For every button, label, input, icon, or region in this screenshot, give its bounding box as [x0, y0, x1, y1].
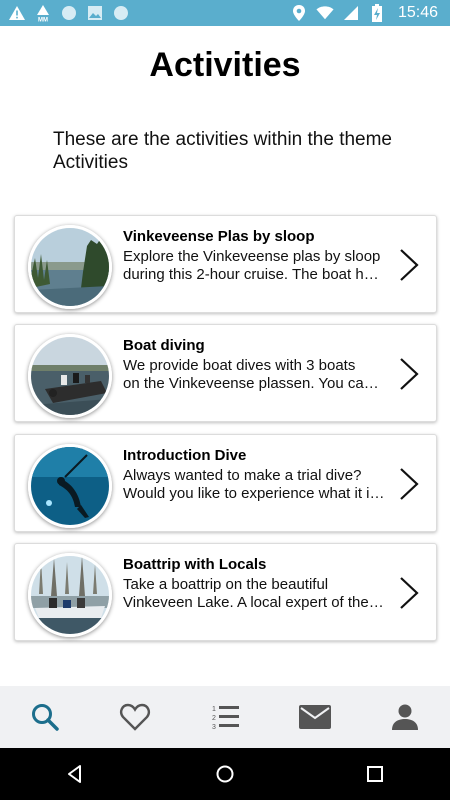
page-title: Activities: [149, 46, 301, 84]
activity-description: Always wanted to make a trial dive? Woul…: [123, 467, 385, 502]
activity-description: Explore the Vinkeveense plas by sloop du…: [123, 248, 381, 283]
activity-card[interactable]: Boattrip with Locals Take a boattrip on …: [14, 543, 437, 641]
svg-text:MM: MM: [38, 18, 48, 23]
signal-icon: [342, 4, 360, 22]
bottom-nav: 1 2 3: [0, 686, 450, 748]
numbered-list-icon[interactable]: 1 2 3: [209, 702, 241, 732]
circle-icon: [112, 4, 130, 22]
mail-icon[interactable]: [298, 703, 332, 731]
svg-text:1: 1: [212, 706, 216, 713]
activity-title: Boat diving: [123, 337, 205, 354]
activity-title: Boattrip with Locals: [123, 556, 267, 573]
chevron-right-icon[interactable]: [397, 357, 421, 391]
activity-description: Take a boattrip on the beautiful Vinkeve…: [123, 576, 384, 611]
chevron-right-icon[interactable]: [397, 467, 421, 501]
nav-list[interactable]: 1 2 3: [180, 686, 270, 748]
back-icon[interactable]: [65, 764, 85, 784]
status-time: 15:46: [397, 4, 438, 21]
activity-description: We provide boat dives with 3 boats on th…: [123, 357, 387, 392]
svg-text:3: 3: [212, 724, 216, 731]
chevron-right-icon[interactable]: [397, 248, 421, 282]
nav-profile[interactable]: [360, 686, 450, 748]
intro-text: These are the activities within the them…: [53, 129, 393, 173]
mm-warning-icon: MM: [34, 4, 52, 22]
chevron-right-icon[interactable]: [397, 576, 421, 610]
svg-text:2: 2: [212, 715, 216, 722]
circle-icon: [60, 4, 78, 22]
image-icon: [86, 4, 104, 22]
activity-thumbnail: [28, 553, 112, 637]
wifi-icon: [316, 4, 334, 22]
activity-thumbnail: [28, 444, 112, 528]
warning-icon: [8, 4, 26, 22]
heart-icon[interactable]: [119, 702, 151, 732]
nav-messages[interactable]: [270, 686, 360, 748]
location-icon: [290, 4, 308, 22]
person-icon[interactable]: [390, 702, 420, 732]
nav-search[interactable]: [0, 686, 90, 748]
status-bar: MM 15:46: [0, 0, 450, 26]
nav-favorites[interactable]: [90, 686, 180, 748]
activity-card[interactable]: Vinkeveense Plas by sloop Explore the Vi…: [14, 215, 437, 313]
battery-icon: [368, 4, 386, 22]
activity-title: Introduction Dive: [123, 447, 247, 464]
activity-thumbnail: [28, 334, 112, 418]
activity-thumbnail: [28, 225, 112, 309]
recents-icon[interactable]: [365, 764, 385, 784]
search-icon[interactable]: [30, 702, 60, 732]
activity-title: Vinkeveense Plas by sloop: [123, 228, 315, 245]
activity-card[interactable]: Boat diving We provide boat dives with 3…: [14, 324, 437, 422]
home-icon[interactable]: [215, 764, 235, 784]
system-nav-bar: [0, 748, 450, 800]
activity-card[interactable]: Introduction Dive Always wanted to make …: [14, 434, 437, 532]
